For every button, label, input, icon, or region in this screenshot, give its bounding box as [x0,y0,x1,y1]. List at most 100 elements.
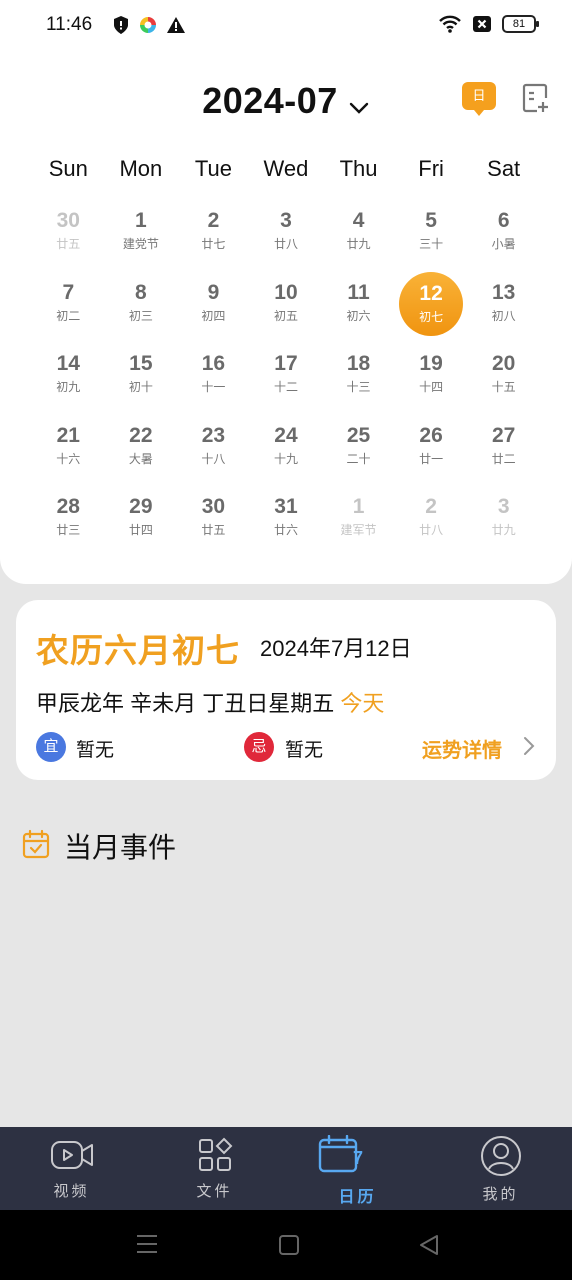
status-notification-icons [112,15,186,35]
calendar-day[interactable]: 29 廿四 [105,486,178,558]
calendar-day[interactable]: 25 二十 [322,415,395,487]
calendar-icon-day: 7 [352,1148,363,1168]
day-number: 29 [129,495,153,518]
lunar-day: 廿二 [491,451,516,466]
month-events-header: 当月事件 [22,828,176,864]
calendar-day[interactable]: 8 初三 [105,272,178,344]
lunar-day: 十六 [56,451,81,466]
fortune-details-link[interactable]: 运势详情 [422,734,502,763]
day-number: 27 [491,423,516,447]
nav-tab-video[interactable]: 视频 [0,1127,143,1210]
battery-indicator: 81 [502,15,539,33]
calendar-day[interactable]: 11 初六 [322,272,395,344]
lunar-day: 十四 [419,380,444,394]
calendar-day[interactable]: 7 初二 [32,272,105,344]
lunar-day: 初二 [56,308,81,323]
day-number: 8 [135,280,147,304]
day-number: 21 [56,423,80,447]
back-icon[interactable] [418,1234,440,1256]
calendar-day[interactable]: 17 十二 [250,343,323,415]
day-number: 1 [135,209,147,232]
lunar-day: 廿五 [201,523,226,537]
status-time: 11:46 [46,14,93,35]
day-number: 10 [274,280,298,304]
today-tag: 今天 [340,691,385,716]
calendar-day[interactable]: 3 廿八 [250,200,323,272]
lunar-day: 廿四 [128,523,153,537]
calendar-day[interactable]: 24 十九 [250,415,323,487]
calendar-day[interactable]: 4 廿九 [322,200,395,272]
calendar-day[interactable]: 28 廿三 [32,486,105,558]
calendar-day[interactable]: 6 小暑 [467,200,540,272]
day-number: 3 [497,495,510,518]
day-number: 9 [207,280,220,304]
calendar-day[interactable]: 21 十六 [32,415,105,487]
day-number: 19 [419,352,443,375]
video-icon [50,1141,93,1169]
warning-icon [167,17,185,33]
ji-badge: 忌 [244,732,274,762]
calendar-day[interactable]: 5 三十 [395,200,468,272]
calendar-day[interactable]: 27 廿二 [467,415,540,487]
lunar-day: 二十 [346,451,371,466]
nav-tab-calendar[interactable]: 7 日历 [286,1127,429,1210]
add-event-icon[interactable] [522,83,550,113]
calendar-icon: 7 [318,1135,378,1173]
calendar-day[interactable]: 31 廿六 [250,486,323,558]
calendar-week-row: 14 初九 15 初十 16 十一 17 十二 18 十三 19 十四 20 十五 [32,343,540,415]
no-sim-icon [473,16,491,32]
day-number: 18 [346,352,371,375]
calendar-day[interactable]: 1 建军节 [322,486,395,558]
calendar-day[interactable]: 9 初四 [177,272,250,344]
colorful-app-icon [140,17,156,33]
lunar-day: 十八 [201,451,226,466]
calendar-day[interactable]: 3 廿九 [467,486,540,558]
nav-tab-mine[interactable]: 我的 [429,1127,572,1210]
day-number: 1 [352,495,365,518]
nav-label-files: 文件 [196,1183,233,1200]
calendar-week-row: 28 廿三 29 廿四 30 廿五 31 廿六 1 建军节 2 廿八 3 廿九 [32,486,540,558]
calendar-day[interactable]: 16 十一 [177,343,250,415]
calendar-day[interactable]: 30 廿五 [32,200,105,272]
calendar-day[interactable]: 10 初五 [250,272,323,344]
calendar-day[interactable]: 15 初十 [105,343,178,415]
home-icon[interactable] [278,1234,300,1256]
day-view-button[interactable]: 日 [462,82,496,116]
nav-tab-files[interactable]: 文件 [143,1127,286,1210]
chevron-right-icon[interactable] [522,735,536,762]
lunar-day: 廿六 [273,523,298,537]
calendar-day[interactable]: 23 十八 [177,415,250,487]
day-number: 24 [274,423,298,447]
calendar-day[interactable]: 1 建党节 [105,200,178,272]
day-number: 7 [62,280,75,304]
menu-icon[interactable] [136,1234,158,1254]
calendar-day[interactable]: 26 廿一 [395,415,468,487]
calendar-day[interactable]: 20 十五 [467,343,540,415]
lunar-day: 廿五 [56,237,81,251]
calendar-day[interactable]: 19 十四 [395,343,468,415]
weekday-label: Tue [194,156,232,181]
calendar-check-icon [22,829,50,864]
calendar-day[interactable]: 30 廿五 [177,486,250,558]
calendar-day[interactable]: 18 十三 [322,343,395,415]
calendar-day[interactable]: 2 廿八 [395,486,468,558]
calendar-day[interactable]: 13 初八 [467,272,540,344]
gregorian-date: 2024年7月12日 [260,636,412,661]
day-number: 28 [56,495,80,518]
calendar-week-row: 7 初二 8 初三 9 初四 10 初五 11 初六 12 初七 13 初八 [32,271,540,344]
calendar-day-selected[interactable]: 12 初七 [395,271,468,344]
day-number: 17 [274,352,298,375]
calendar-day[interactable]: 2 廿七 [177,200,250,272]
calendar-week-row: 21 十六 22 大暑 23 十八 24 十九 25 二十 26 廿一 27 廿二 [32,415,540,487]
lunar-day: 十九 [273,451,298,466]
lunar-day: 初七 [419,309,444,324]
day-number: 20 [491,352,516,375]
lunar-day: 三十 [419,237,444,251]
day-number: 12 [419,281,443,305]
lunar-info-card[interactable]: 农历六月初七 2024年7月12日 甲辰龙年 辛未月 丁丑日星期五 今天 宜 暂… [16,600,556,780]
day-number: 13 [491,280,516,304]
calendar-day[interactable]: 14 初九 [32,343,105,415]
nav-label-video: 视频 [53,1183,90,1200]
lunar-date-title: 农历六月初七 [36,632,240,669]
calendar-day[interactable]: 22 大暑 [105,415,178,487]
